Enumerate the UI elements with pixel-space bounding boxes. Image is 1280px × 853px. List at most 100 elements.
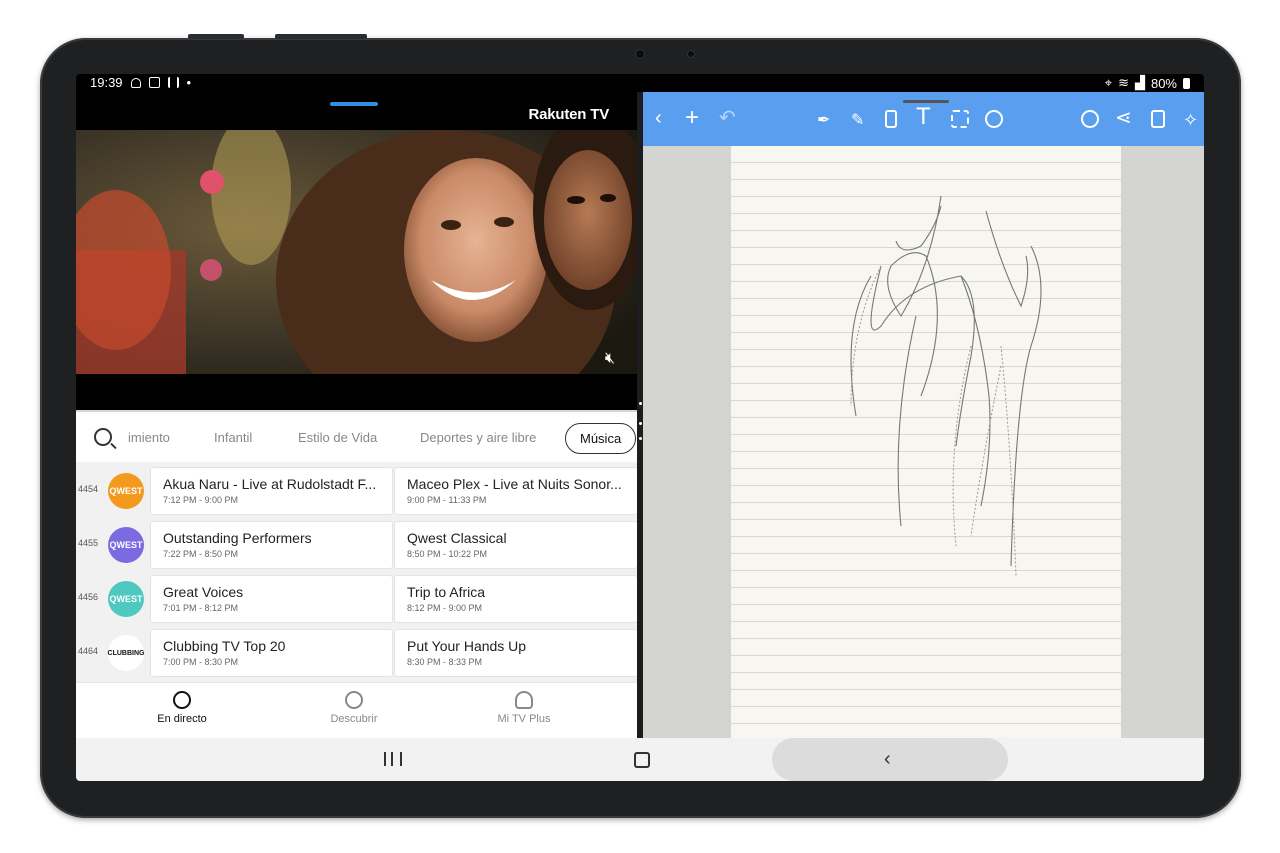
home-icon[interactable]	[634, 752, 650, 768]
volume-button	[188, 34, 244, 39]
signature-drawing	[850, 195, 1042, 577]
shapes-icon[interactable]	[1081, 110, 1099, 128]
program-time: 8:50 PM - 10:22 PM	[407, 549, 488, 559]
battery-icon	[1183, 77, 1190, 89]
video-frame[interactable]	[76, 130, 637, 374]
text-icon[interactable]: T	[916, 105, 931, 129]
program-time: 7:01 PM - 8:12 PM	[163, 603, 239, 613]
table-row: 4454 QWEST Akua Naru - Live at Rudolstad…	[76, 464, 637, 518]
pages-icon[interactable]	[1151, 110, 1165, 128]
channel-number: 4456	[78, 592, 99, 602]
live-icon	[173, 691, 191, 709]
system-nav-bar: ‹	[76, 738, 1204, 781]
program-card[interactable]: Maceo Plex - Live at Nuits Sonor... 9:00…	[394, 467, 637, 515]
table-row: 4456 QWEST Great Voices 7:01 PM - 8:12 P…	[76, 572, 637, 626]
more-notifications-icon: •	[186, 75, 192, 90]
program-time: 8:30 PM - 8:33 PM	[407, 657, 483, 667]
location-icon: ⌖	[1104, 75, 1113, 90]
divider-dot	[638, 402, 642, 405]
nav-en-directo[interactable]: En directo	[122, 691, 242, 725]
battery-level: 80%	[1150, 75, 1177, 91]
bottom-navigation: En directo Descubrir Mi TV Plus	[76, 682, 637, 739]
program-time: 7:22 PM - 8:50 PM	[163, 549, 239, 559]
sensor	[688, 51, 694, 57]
program-guide: 4454 QWEST Akua Naru - Live at Rudolstad…	[76, 462, 637, 682]
tab-category[interactable]: imiento	[128, 430, 170, 445]
rakuten-tv-app: Rakuten TV 🔇︎ imiento Infantil Estilo de…	[76, 92, 637, 739]
undo-icon[interactable]: ↶	[719, 106, 736, 130]
program-time: 8:12 PM - 9:00 PM	[407, 603, 483, 613]
tab-estilo-de-vida[interactable]: Estilo de Vida	[298, 430, 377, 445]
divider-dot	[638, 422, 642, 425]
nav-label: En directo	[157, 713, 207, 725]
table-row: 4464 CLUBBING Clubbing TV Top 20 7:00 PM…	[76, 626, 637, 680]
screen: 19:39 • ⌖ ≋ ▟ 80% Rakuten TV 🔇︎ imiento …	[76, 74, 1204, 781]
mute-icon[interactable]: 🔇︎	[605, 350, 615, 368]
program-time: 9:00 PM - 11:33 PM	[407, 495, 487, 505]
status-time: 19:39	[90, 75, 123, 90]
program-title: Qwest Classical	[407, 530, 507, 546]
program-card[interactable]: Qwest Classical 8:50 PM - 10:22 PM	[394, 521, 637, 569]
lined-paper-canvas[interactable]	[731, 146, 1121, 738]
program-card[interactable]: Trip to Africa 8:12 PM - 9:00 PM	[394, 575, 637, 623]
nav-descubrir[interactable]: Descubrir	[294, 691, 414, 725]
search-icon[interactable]	[94, 428, 112, 446]
brand-logo: Rakuten TV	[528, 106, 609, 123]
back-icon[interactable]: ‹	[655, 106, 662, 130]
program-title: Akua Naru - Live at Rudolstadt F...	[163, 476, 377, 492]
tab-musica[interactable]: Música	[565, 423, 637, 454]
program-time: 7:00 PM - 8:30 PM	[163, 657, 239, 667]
video-image	[76, 130, 637, 374]
program-title: Trip to Africa	[407, 584, 486, 600]
wifi-icon: ≋	[1118, 75, 1129, 90]
program-title: Put Your Hands Up	[407, 638, 527, 654]
program-title: Clubbing TV Top 20	[163, 638, 286, 654]
notification-icon	[130, 77, 141, 88]
back-icon[interactable]: ‹	[884, 748, 891, 771]
table-row: 4455 QWEST Outstanding Performers 7:22 P…	[76, 518, 637, 572]
category-tabs: imiento Infantil Estilo de Vida Deportes…	[76, 410, 637, 464]
power-button	[275, 34, 367, 39]
settings-icon[interactable]: ✧	[1183, 108, 1198, 132]
compass-icon	[345, 691, 363, 709]
channel-logo[interactable]: QWEST	[108, 581, 144, 617]
nav-mi-tv-plus[interactable]: Mi TV Plus	[464, 691, 584, 725]
program-card[interactable]: Akua Naru - Live at Rudolstadt F... 7:12…	[150, 467, 393, 515]
clear-icon[interactable]	[985, 110, 1003, 128]
program-title: Maceo Plex - Live at Nuits Sonor...	[407, 476, 622, 492]
selection-icon[interactable]	[951, 110, 969, 128]
share-icon[interactable]: ⋖	[1115, 106, 1132, 130]
program-time: 7:12 PM - 9:00 PM	[163, 495, 239, 505]
notes-toolbar: ‹ + ↶ ✒ ✎ T ⋖ ✧	[643, 92, 1204, 146]
notes-app: ‹ + ↶ ✒ ✎ T ⋖ ✧	[643, 92, 1204, 738]
channel-logo[interactable]: QWEST	[108, 473, 144, 509]
video-player[interactable]: Rakuten TV 🔇︎	[76, 92, 637, 410]
nav-label: Mi TV Plus	[497, 713, 551, 725]
channel-logo[interactable]: CLUBBING	[108, 635, 144, 671]
tab-deportes[interactable]: Deportes y aire libre	[420, 430, 536, 445]
signal-icon: ▟	[1134, 75, 1145, 90]
program-card[interactable]: Outstanding Performers 7:22 PM - 8:50 PM	[150, 521, 393, 569]
program-title: Great Voices	[163, 584, 244, 600]
channel-number: 4454	[78, 484, 99, 494]
program-card[interactable]: Great Voices 7:01 PM - 8:12 PM	[150, 575, 393, 623]
add-icon[interactable]: +	[685, 106, 699, 130]
gallery-icon	[148, 77, 160, 88]
channel-number: 4464	[78, 646, 99, 656]
program-card[interactable]: Put Your Hands Up 8:30 PM - 8:33 PM	[394, 629, 637, 677]
program-card[interactable]: Clubbing TV Top 20 7:00 PM - 8:30 PM	[150, 629, 393, 677]
front-camera	[636, 50, 644, 58]
tab-infantil[interactable]: Infantil	[214, 430, 252, 445]
channel-number: 4455	[78, 538, 99, 548]
recent-apps-icon[interactable]	[384, 752, 402, 766]
highlighter-icon[interactable]: ✎	[851, 109, 864, 133]
eraser-icon[interactable]	[885, 110, 897, 128]
channel-logo[interactable]: QWEST	[108, 527, 144, 563]
pen-icon[interactable]: ✒	[817, 109, 830, 133]
app-icon	[167, 77, 179, 88]
window-handle[interactable]	[330, 102, 378, 106]
person-icon	[515, 691, 533, 709]
nav-label: Descubrir	[330, 713, 378, 725]
status-bar: 19:39 • ⌖ ≋ ▟ 80%	[76, 74, 1204, 92]
program-title: Outstanding Performers	[163, 530, 312, 546]
